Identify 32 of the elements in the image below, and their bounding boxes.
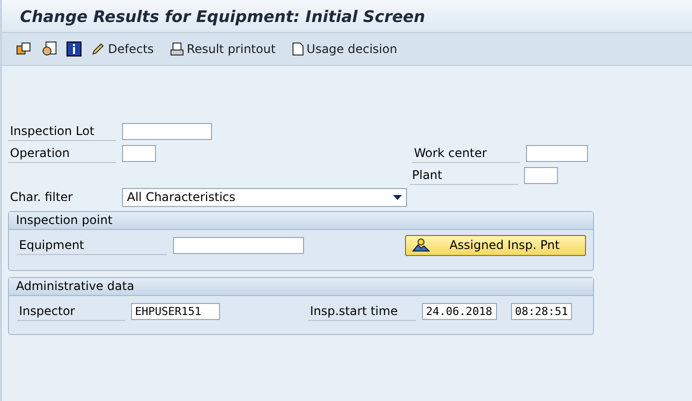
field-label: Equipment (17, 236, 167, 254)
field-label: Char. filter (9, 189, 74, 206)
squares-icon[interactable] (16, 41, 32, 57)
document-icon (292, 42, 304, 56)
input-field[interactable]: 24.06.2018 (422, 302, 497, 320)
group-title: Inspection point (9, 212, 593, 230)
document-face-icon[interactable] (41, 41, 57, 57)
input-field[interactable]: 08:28:51 (511, 302, 572, 320)
toolbar-button[interactable]: Defects (91, 42, 154, 56)
toolbar-button[interactable]: Result printout (170, 42, 276, 56)
field-label: Plant (410, 166, 518, 184)
field-label: Work center (412, 144, 520, 162)
toolbar-button[interactable]: Usage decision (292, 42, 398, 56)
input-field[interactable] (122, 122, 212, 140)
input-field[interactable] (173, 236, 304, 254)
caret-icon (393, 194, 402, 200)
field-label: Inspection Lot (8, 122, 116, 140)
input-field[interactable] (526, 144, 588, 162)
group-title: Administrative data (9, 278, 593, 296)
field-label: Operation (8, 144, 116, 162)
pencil-icon (91, 42, 105, 56)
field-label: Insp.start time (308, 302, 416, 320)
dropdown[interactable]: All Characteristics (122, 188, 407, 206)
window-title: Change Results for Equipment: Initial Screen (20, 6, 426, 26)
assigned-insp-pnt-button[interactable]: Assigned Insp. Pnt (405, 234, 586, 256)
info-icon[interactable] (66, 41, 82, 57)
landscape-icon (412, 238, 430, 252)
input-field[interactable]: EHPUSER151 (131, 302, 220, 320)
field-label: Inspector (17, 302, 125, 320)
input-field[interactable] (122, 144, 156, 162)
printer-icon (170, 42, 184, 56)
input-field[interactable] (524, 166, 558, 184)
